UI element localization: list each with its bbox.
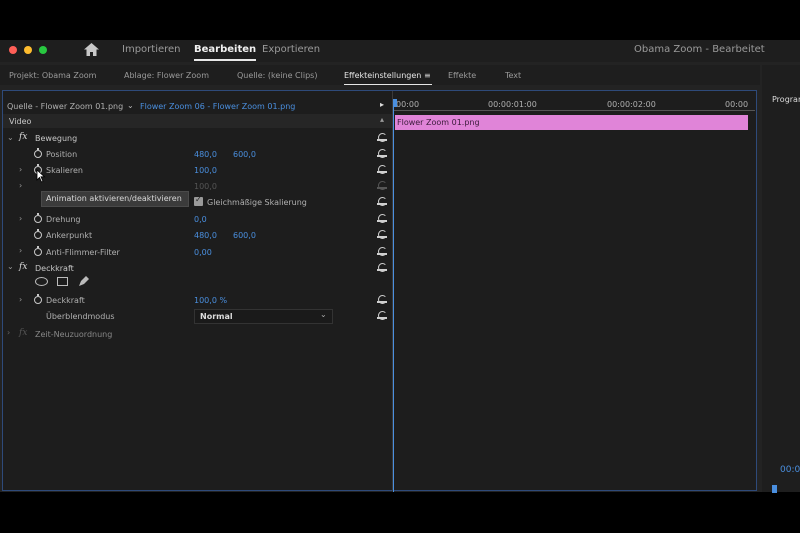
tab-program[interactable]: Program [772, 95, 800, 104]
position-y-value[interactable]: 600,0 [233, 150, 256, 159]
app-window: Importieren Bearbeiten Exportieren Obama… [0, 40, 800, 493]
rotation-label: Drehung [46, 215, 81, 224]
menu-edit[interactable]: Bearbeiten [194, 44, 257, 61]
time-remap-chevron-icon[interactable]: › [7, 328, 10, 337]
tooltip-text: Animation aktivieren/deaktivieren [46, 194, 182, 203]
program-timecode[interactable]: 00:0 [780, 465, 800, 475]
reset-icon[interactable] [377, 263, 387, 272]
panel-tabs: Projekt: Obama Zoom Ablage: Flower Zoom … [0, 65, 760, 85]
scale-label: Skalieren [46, 166, 83, 175]
stopwatch-icon[interactable] [34, 229, 42, 239]
reset-icon[interactable] [377, 165, 387, 174]
rectangle-mask-icon[interactable] [57, 277, 68, 286]
tab-source[interactable]: Quelle: (keine Clips) [237, 71, 317, 80]
mouse-cursor-icon [36, 169, 46, 183]
antiflicker-value[interactable]: 0,00 [194, 248, 212, 257]
blend-mode-label: Überblendmodus [46, 312, 115, 321]
chevron-down-icon[interactable]: ⌄ [127, 101, 134, 110]
position-label: Position [46, 150, 78, 159]
stopwatch-icon[interactable] [34, 246, 42, 256]
reset-icon[interactable] [377, 149, 387, 158]
collapse-up-icon[interactable]: ▴ [380, 115, 384, 124]
rotation-value[interactable]: 0,0 [194, 215, 207, 224]
drehung-chevron-icon[interactable]: › [19, 214, 22, 223]
stopwatch-icon[interactable] [34, 148, 42, 158]
play-triangle-icon[interactable]: ▸ [380, 100, 384, 109]
tab-menu-icon[interactable]: ≡ [424, 71, 431, 80]
position-x-value[interactable]: 480,0 [194, 150, 217, 159]
timeline-playhead[interactable] [393, 99, 397, 107]
video-header: Video [9, 117, 32, 126]
tab-effects[interactable]: Effekte [448, 71, 476, 80]
reset-icon[interactable] [377, 133, 387, 142]
antiflicker-label: Anti-Flimmer-Filter [46, 248, 120, 257]
anchor-x-value[interactable]: 480,0 [194, 231, 217, 240]
reset-icon[interactable] [377, 311, 387, 320]
blend-mode-value: Normal [200, 312, 233, 321]
anchor-label: Ankerpunkt [46, 231, 93, 240]
close-window-icon[interactable] [9, 46, 17, 54]
tab-effect-controls[interactable]: Effekteinstellungen [344, 71, 421, 80]
opacity-label: Deckkraft [46, 296, 85, 305]
bewegung-label: Bewegung [35, 134, 78, 143]
tab-text[interactable]: Text [505, 71, 521, 80]
menu-import[interactable]: Importieren [122, 44, 181, 55]
stopwatch-icon[interactable] [34, 294, 42, 304]
title-bar: Importieren Bearbeiten Exportieren Obama… [0, 40, 800, 62]
effect-controls-panel: Quelle - Flower Zoom 01.png ⌄ Flower Zoo… [2, 90, 757, 492]
ruler-time-1s: 00:00:01:00 [488, 100, 537, 109]
deckkraft-chevron-icon[interactable]: ⌄ [7, 262, 14, 271]
scale-width-value: 100,0 [194, 182, 217, 191]
window-title: Obama Zoom - Bearbeitet [634, 44, 765, 55]
time-remap-label: Zeit-Neuzuordnung [35, 330, 113, 339]
tooltip: Animation aktivieren/deaktivieren [41, 191, 189, 207]
reset-icon[interactable] [377, 214, 387, 223]
ruler-time-start: 00:00 [396, 100, 420, 109]
reset-icon [377, 181, 387, 190]
opacity-chevron-icon[interactable]: › [19, 295, 22, 304]
reset-icon[interactable] [377, 230, 387, 239]
fx-icon[interactable]: fx [19, 132, 27, 142]
stopwatch-icon[interactable] [34, 213, 42, 223]
video-header-row [3, 114, 392, 128]
ruler-line [393, 110, 755, 111]
scale-value[interactable]: 100,0 [194, 166, 217, 175]
tab-project[interactable]: Projekt: Obama Zoom [9, 71, 96, 80]
minimize-window-icon[interactable] [24, 46, 32, 54]
source-label: Quelle - Flower Zoom 01.png [7, 102, 124, 111]
playhead-line [393, 107, 394, 492]
pen-mask-icon[interactable] [78, 276, 89, 287]
fx-icon[interactable]: fx [19, 262, 27, 272]
clip-bar[interactable]: Flower Zoom 01.png [395, 115, 748, 130]
sequence-label[interactable]: Flower Zoom 06 - Flower Zoom 01.png [140, 102, 295, 111]
chevron-down-icon: ⌄ [320, 310, 327, 319]
reset-icon[interactable] [377, 295, 387, 304]
playhead-marker[interactable] [772, 485, 777, 493]
tab-bin[interactable]: Ablage: Flower Zoom [124, 71, 209, 80]
opacity-value[interactable]: 100,0 % [194, 296, 227, 305]
blend-mode-select[interactable]: Normal ⌄ [194, 309, 333, 324]
scale-width-chevron-icon[interactable]: › [19, 181, 22, 190]
ruler-time-2s: 00:00:02:00 [607, 100, 656, 109]
antiflicker-chevron-icon[interactable]: › [19, 246, 22, 255]
deckkraft-section-label: Deckkraft [35, 264, 74, 273]
active-tab-underline [344, 84, 432, 85]
ellipse-mask-icon[interactable] [35, 277, 48, 286]
menu-export[interactable]: Exportieren [262, 44, 320, 55]
bewegung-chevron-icon[interactable]: ⌄ [7, 133, 14, 142]
uniform-scale-label: Gleichmäßige Skalierung [207, 198, 307, 207]
checkmark-icon: ✓ [195, 195, 202, 204]
uniform-scale-checkbox[interactable]: ✓ [194, 195, 203, 206]
fx-icon: fx [19, 328, 28, 338]
home-icon[interactable] [84, 43, 99, 56]
reset-icon[interactable] [377, 197, 387, 206]
maximize-window-icon[interactable] [39, 46, 47, 54]
anchor-y-value[interactable]: 600,0 [233, 231, 256, 240]
clip-label: Flower Zoom 01.png [397, 118, 480, 127]
ruler-time-end: 00:00 [725, 100, 749, 109]
reset-icon[interactable] [377, 247, 387, 256]
skalieren-chevron-icon[interactable]: › [19, 165, 22, 174]
program-monitor: Program 00:0 [762, 65, 800, 493]
